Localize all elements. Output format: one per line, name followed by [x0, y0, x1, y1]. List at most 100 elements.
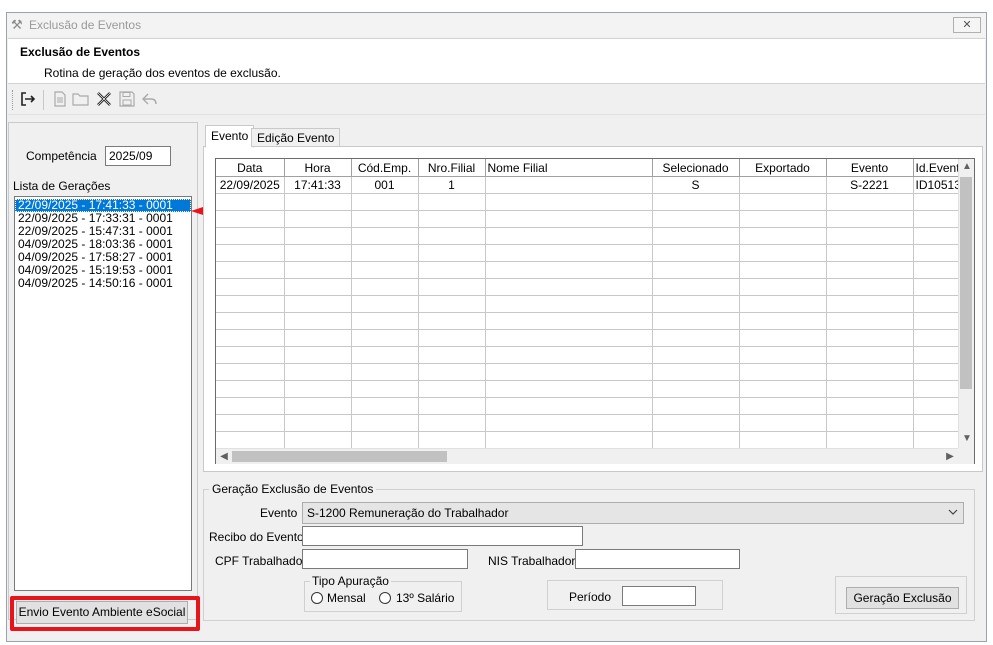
table-cell[interactable]	[284, 227, 352, 245]
table-row[interactable]	[216, 227, 974, 245]
cell-hora[interactable]: 17:41:33	[284, 176, 352, 194]
table-cell[interactable]	[351, 312, 419, 330]
cpf-trabalhador-input[interactable]	[302, 549, 468, 569]
table-cell[interactable]	[216, 261, 285, 279]
table-row[interactable]	[216, 278, 974, 296]
table-cell[interactable]	[485, 227, 653, 245]
geracao-exclusao-button[interactable]: Geração Exclusão	[846, 587, 959, 609]
vertical-scroll-thumb[interactable]	[960, 177, 972, 389]
table-row[interactable]	[216, 380, 974, 398]
table-cell[interactable]	[418, 329, 486, 347]
cell-evento[interactable]: S-2221	[826, 176, 914, 194]
table-cell[interactable]	[739, 278, 827, 296]
table-cell[interactable]	[216, 397, 285, 415]
table-cell[interactable]	[826, 193, 914, 211]
table-cell[interactable]	[418, 414, 486, 432]
table-cell[interactable]	[284, 244, 352, 262]
table-cell[interactable]	[485, 244, 653, 262]
table-cell[interactable]	[284, 329, 352, 347]
table-cell[interactable]	[351, 227, 419, 245]
radio-13-salario-label[interactable]: 13º Salário	[396, 591, 454, 605]
table-cell[interactable]	[485, 193, 653, 211]
table-cell[interactable]	[826, 227, 914, 245]
table-cell[interactable]	[284, 380, 352, 398]
table-cell[interactable]	[739, 431, 827, 449]
column-header-exportado[interactable]: Exportado	[739, 159, 827, 177]
cell-data[interactable]: 22/09/2025	[216, 176, 285, 194]
table-cell[interactable]	[216, 329, 285, 347]
table-cell[interactable]	[652, 193, 740, 211]
table-cell[interactable]	[485, 210, 653, 228]
exit-icon[interactable]	[17, 88, 39, 110]
table-cell[interactable]	[739, 312, 827, 330]
table-cell[interactable]	[826, 363, 914, 381]
table-cell[interactable]	[351, 261, 419, 279]
table-cell[interactable]	[351, 397, 419, 415]
delete-x-icon[interactable]	[93, 88, 115, 110]
table-cell[interactable]	[351, 329, 419, 347]
table-cell[interactable]	[826, 346, 914, 364]
periodo-input[interactable]	[622, 586, 696, 606]
table-cell[interactable]	[739, 295, 827, 313]
table-cell[interactable]	[216, 312, 285, 330]
table-cell[interactable]	[826, 244, 914, 262]
table-cell[interactable]	[652, 210, 740, 228]
table-row[interactable]	[216, 295, 974, 313]
table-cell[interactable]	[351, 380, 419, 398]
table-cell[interactable]	[351, 363, 419, 381]
table-cell[interactable]	[216, 414, 285, 432]
radio-mensal-label[interactable]: Mensal	[327, 591, 366, 605]
table-row[interactable]	[216, 210, 974, 228]
table-cell[interactable]	[418, 278, 486, 296]
table-cell[interactable]	[418, 431, 486, 449]
open-folder-icon[interactable]	[70, 88, 92, 110]
table-cell[interactable]	[216, 210, 285, 228]
table-cell[interactable]	[739, 380, 827, 398]
table-cell[interactable]	[418, 210, 486, 228]
table-cell[interactable]	[739, 193, 827, 211]
save-icon[interactable]	[116, 88, 138, 110]
table-cell[interactable]	[351, 210, 419, 228]
eventos-grid[interactable]: Data Hora Cód.Emp. Nro.Filial Nome Filia…	[215, 158, 975, 464]
table-cell[interactable]	[739, 329, 827, 347]
table-cell[interactable]	[485, 380, 653, 398]
table-cell[interactable]	[652, 227, 740, 245]
table-row[interactable]: 22/09/2025 17:41:33 001 1 S S-2221 ID105…	[216, 176, 974, 194]
undo-icon[interactable]	[139, 88, 161, 110]
table-cell[interactable]	[216, 193, 285, 211]
chevron-down-icon[interactable]	[944, 503, 962, 523]
table-cell[interactable]	[826, 295, 914, 313]
table-cell[interactable]	[485, 397, 653, 415]
table-cell[interactable]	[351, 193, 419, 211]
table-row[interactable]	[216, 244, 974, 262]
table-row[interactable]	[216, 397, 974, 415]
table-row[interactable]	[216, 414, 974, 432]
table-cell[interactable]	[485, 261, 653, 279]
recibo-evento-input[interactable]	[302, 526, 583, 546]
table-cell[interactable]	[351, 295, 419, 313]
table-cell[interactable]	[652, 312, 740, 330]
table-cell[interactable]	[739, 227, 827, 245]
table-cell[interactable]	[739, 363, 827, 381]
table-cell[interactable]	[485, 329, 653, 347]
scroll-left-icon[interactable]: ◀	[216, 449, 232, 465]
table-cell[interactable]	[284, 431, 352, 449]
column-header-nome-filial[interactable]: Nome Filial	[485, 159, 653, 177]
cell-nro-filial[interactable]: 1	[418, 176, 486, 194]
table-cell[interactable]	[652, 414, 740, 432]
column-header-cod-emp[interactable]: Cód.Emp.	[351, 159, 419, 177]
table-cell[interactable]	[652, 295, 740, 313]
table-row[interactable]	[216, 329, 974, 347]
table-cell[interactable]	[284, 397, 352, 415]
radio-13-salario[interactable]	[379, 592, 391, 604]
table-cell[interactable]	[826, 414, 914, 432]
column-header-data[interactable]: Data	[216, 159, 285, 177]
table-cell[interactable]	[216, 363, 285, 381]
table-cell[interactable]	[826, 261, 914, 279]
table-cell[interactable]	[652, 380, 740, 398]
table-cell[interactable]	[216, 431, 285, 449]
table-cell[interactable]	[485, 431, 653, 449]
table-cell[interactable]	[284, 363, 352, 381]
table-cell[interactable]	[485, 346, 653, 364]
column-header-selecionado[interactable]: Selecionado	[652, 159, 740, 177]
